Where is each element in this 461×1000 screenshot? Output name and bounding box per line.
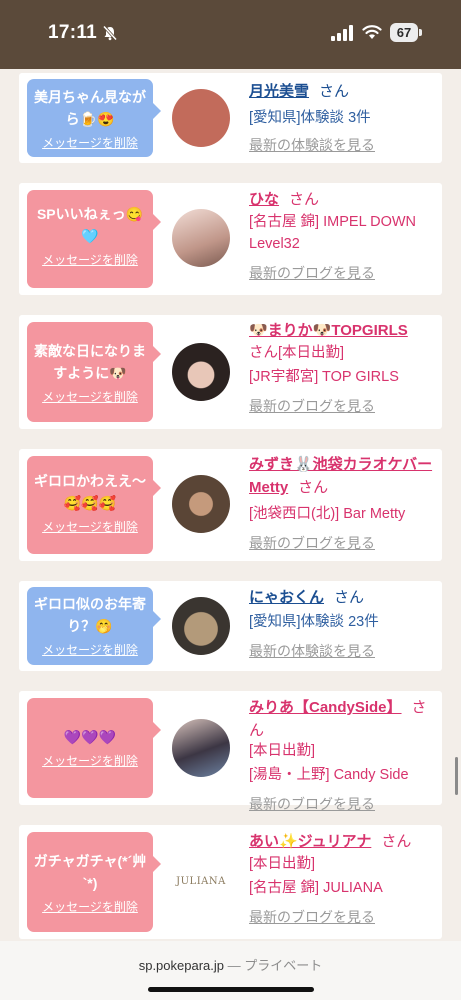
profile-detail: [名古屋 錦] JULIANA <box>249 880 383 896</box>
home-indicator[interactable] <box>148 987 314 992</box>
profile-info: みりあ【CandySide】 さん [本日出勤] [湯島・上野] Candy Si… <box>249 696 439 814</box>
wifi-icon <box>362 25 382 39</box>
message-text: 💜💜💜 <box>63 729 117 745</box>
message-bubble: ギロロ似のお年寄り？🤭 メッセージを削除 <box>27 587 161 665</box>
avatar[interactable] <box>172 343 230 401</box>
delete-message-link[interactable]: メッセージを削除 <box>27 518 153 535</box>
message-card: ギロロ似のお年寄り？🤭 メッセージを削除 にゃおくん さん [愛知県]体験談 23… <box>19 581 442 671</box>
profile-detail: [本日出勤] <box>249 856 316 872</box>
avatar[interactable] <box>172 597 230 655</box>
status-time: 17:11 <box>48 22 98 43</box>
message-text: ギロロかわええ〜🥰🥰🥰 <box>34 473 146 511</box>
profile-name-link[interactable]: 🐶まりか🐶TOPGIRLS <box>249 322 408 339</box>
see-latest-link[interactable]: 最新のブログを見る <box>249 263 439 283</box>
delete-message-link[interactable]: メッセージを削除 <box>27 251 153 268</box>
honorific: さん <box>298 479 329 496</box>
profile-name-link[interactable]: にゃおくん <box>249 589 324 606</box>
profile-name-link[interactable]: みりあ【CandySide】 <box>249 699 402 716</box>
message-bubble: ガチャガチャ(*´艸`*) メッセージを削除 <box>27 832 161 932</box>
profile-detail: [池袋西口(北)] Bar Metty <box>249 506 406 522</box>
profile-name-link[interactable]: ひな <box>249 191 279 208</box>
profile-detail: [愛知県]体験談 23件 <box>249 614 379 630</box>
profile-info: ひな さん [名古屋 錦] IMPEL DOWN Level32 最新のブログを見… <box>249 188 439 283</box>
message-text: ガチャガチャ(*´艸`*) <box>33 853 147 891</box>
see-latest-link[interactable]: 最新のブログを見る <box>249 396 439 416</box>
message-list: 美月ちゃん見ながら🍺😍 メッセージを削除 月光美雪 さん [愛知県]体験談 3件 … <box>0 69 461 941</box>
honorific: さん <box>249 345 278 361</box>
profile-info: にゃおくん さん [愛知県]体験談 23件 最新の体験談を見る <box>249 586 439 661</box>
battery-icon: 67 <box>390 23 423 43</box>
message-card: 美月ちゃん見ながら🍺😍 メッセージを削除 月光美雪 さん [愛知県]体験談 3件 … <box>19 73 442 163</box>
honorific: さん <box>381 833 412 850</box>
delete-message-link[interactable]: メッセージを削除 <box>27 752 153 769</box>
avatar[interactable] <box>172 209 230 267</box>
profile-detail: [JR宇都宮] TOP GIRLS <box>249 369 399 385</box>
url-display[interactable]: sp.pokepara.jp — プライベート <box>0 955 461 974</box>
profile-detail: [名古屋 錦] IMPEL DOWN <box>249 214 417 230</box>
message-card: 素敵な日になりますように🐶 メッセージを削除 🐶まりか🐶TOPGIRLS さん[… <box>19 315 442 429</box>
delete-message-link[interactable]: メッセージを削除 <box>27 388 153 405</box>
message-bubble: 美月ちゃん見ながら🍺😍 メッセージを削除 <box>27 79 161 157</box>
see-latest-link[interactable]: 最新のブログを見る <box>249 907 439 927</box>
private-mode-label: プライベート <box>244 958 323 973</box>
see-latest-link[interactable]: 最新の体験談を見る <box>249 135 439 155</box>
signal-icon <box>331 25 353 41</box>
juliana-logo[interactable]: JULIANA <box>169 853 233 911</box>
delete-message-link[interactable]: メッセージを削除 <box>27 134 153 151</box>
profile-detail: [本日出勤] <box>278 345 345 361</box>
message-bubble: ギロロかわええ〜🥰🥰🥰 メッセージを削除 <box>27 456 161 554</box>
avatar[interactable] <box>172 475 230 533</box>
honorific: さん <box>334 589 365 606</box>
see-latest-link[interactable]: 最新のブログを見る <box>249 794 439 814</box>
message-bubble: SPいいねぇっ😋🩵 メッセージを削除 <box>27 190 161 288</box>
battery-level: 67 <box>390 23 418 42</box>
profile-detail: [湯島・上野] Candy Side <box>249 767 409 783</box>
see-latest-link[interactable]: 最新の体験談を見る <box>249 641 439 661</box>
delete-message-link[interactable]: メッセージを削除 <box>27 898 153 915</box>
profile-name-link[interactable]: 月光美雪 <box>249 83 309 100</box>
profile-info: みずき🐰池袋カラオケバーMetty さん [池袋西口(北)] Bar Metty … <box>249 454 439 553</box>
scrollbar[interactable] <box>455 757 458 795</box>
battery-tip <box>419 29 422 36</box>
avatar[interactable] <box>172 719 230 777</box>
message-bubble: 💜💜💜 メッセージを削除 <box>27 698 161 798</box>
message-text: 美月ちゃん見ながら🍺😍 <box>34 89 146 127</box>
honorific: さん <box>319 83 350 100</box>
delete-message-link[interactable]: メッセージを削除 <box>27 641 153 658</box>
profile-detail: [本日出勤] <box>249 743 316 759</box>
avatar[interactable] <box>172 89 230 147</box>
message-text: SPいいねぇっ😋🩵 <box>36 206 144 244</box>
url-domain: sp.pokepara.jp <box>138 958 224 973</box>
profile-info: 月光美雪 さん [愛知県]体験談 3件 最新の体験談を見る <box>249 80 439 155</box>
message-bubble: 素敵な日になりますように🐶 メッセージを削除 <box>27 322 161 422</box>
message-text: ギロロ似のお年寄り？🤭 <box>34 596 146 634</box>
profile-detail: [愛知県]体験談 3件 <box>249 110 371 126</box>
url-separator: — <box>227 958 241 973</box>
profile-name-link[interactable]: あい✨ジュリアナ <box>249 833 371 850</box>
status-bar: 17:11 67 <box>0 0 461 69</box>
message-text: 素敵な日になりますように🐶 <box>34 343 146 381</box>
message-card: ガチャガチャ(*´艸`*) メッセージを削除 JULIANA あい✨ジュリアナさ… <box>19 825 442 939</box>
see-latest-link[interactable]: 最新のブログを見る <box>249 533 439 553</box>
bell-mute-icon <box>102 25 118 41</box>
message-card: 💜💜💜 メッセージを削除 みりあ【CandySide】 さん [本日出勤] [湯島… <box>19 691 442 812</box>
profile-info: あい✨ジュリアナ さん [本日出勤] [名古屋 錦] JULIANA 最新のブログ… <box>249 830 439 927</box>
profile-info: 🐶まりか🐶TOPGIRLS さん[本日出勤] [JR宇都宮] TOP GIRLS… <box>249 320 439 416</box>
profile-name-link[interactable]: みずき🐰池袋カラオケバーMetty <box>249 456 432 496</box>
message-card: ギロロかわええ〜🥰🥰🥰 メッセージを削除 みずき🐰池袋カラオケバーMetty さん… <box>19 449 442 561</box>
honorific: さん <box>289 191 320 208</box>
profile-detail: Level32 <box>249 236 300 252</box>
message-card: SPいいねぇっ😋🩵 メッセージを削除 ひな さん [名古屋 錦] IMPEL DO… <box>19 183 442 295</box>
